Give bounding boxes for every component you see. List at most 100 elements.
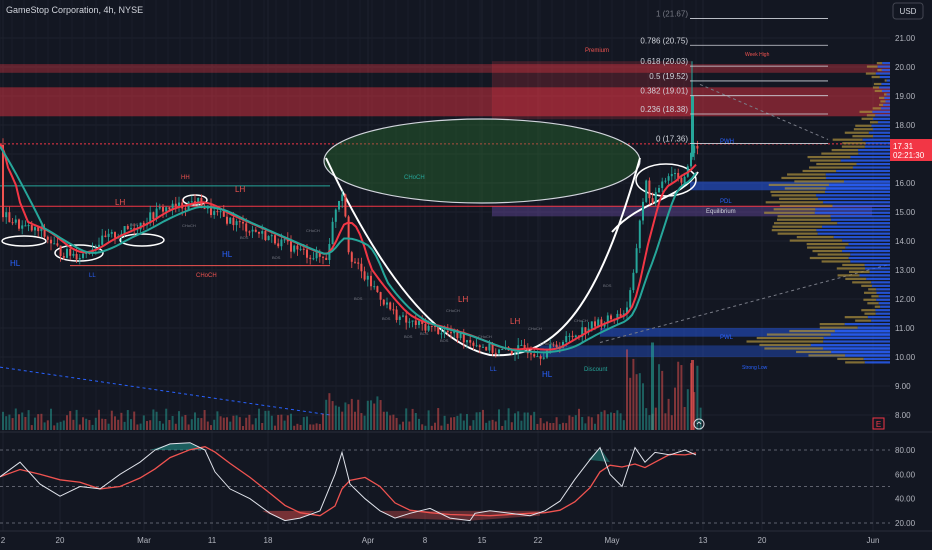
volume-bar (107, 423, 110, 430)
volume-bar (610, 412, 612, 430)
vp-bar-up (815, 208, 890, 211)
volume-bar (427, 410, 430, 430)
candle-body (312, 258, 315, 260)
candle-body (72, 253, 75, 256)
candle-body (360, 263, 363, 272)
volume-bar (181, 416, 184, 430)
candle-body (450, 332, 452, 334)
volume-bar (600, 411, 603, 430)
bos-label: BOS (272, 255, 281, 260)
vp-bar-up (876, 298, 890, 301)
volume-bar (203, 410, 206, 430)
volume-bar (408, 421, 411, 430)
volume-bar (414, 412, 417, 430)
vp-bar-down (844, 131, 869, 134)
candle-body (50, 239, 52, 244)
volume-bar (187, 424, 190, 430)
candle-body (654, 192, 657, 203)
candle-body (126, 226, 129, 229)
candle-body (299, 248, 302, 250)
volume-bar (389, 415, 392, 430)
volume-bar (453, 417, 456, 430)
volume-bar (242, 425, 244, 430)
vp-bar-down (863, 298, 877, 301)
volume-bar (562, 422, 564, 430)
vp-bar-up (845, 354, 890, 357)
vp-bar-down (837, 274, 860, 277)
volume-bar (178, 411, 180, 430)
vp-bar-down (872, 107, 881, 110)
candle-body (520, 344, 523, 346)
volume-bar (24, 416, 27, 430)
volume-bar (277, 414, 280, 430)
chart-canvas[interactable]: 1 (21.67) 0.786 (20.75) 0.618 (20.03) 0.5 (… (0, 0, 932, 550)
candle-body (21, 225, 24, 229)
vp-bar-up (865, 142, 890, 145)
volume-bar (478, 412, 481, 430)
candle-body (238, 221, 241, 223)
candle-body (466, 340, 468, 343)
candle-body (123, 226, 126, 234)
vp-bar-down (849, 270, 870, 274)
vp-bar-up (873, 135, 890, 138)
pwh-label: PWH (720, 139, 734, 145)
volume-bar (165, 408, 168, 430)
volume-bar (40, 413, 43, 430)
volume-bar (258, 408, 260, 430)
bos-label: BOS (240, 235, 249, 240)
osc-tick: 20.00 (895, 519, 916, 528)
candle-body (315, 252, 318, 259)
volume-bar (590, 417, 593, 430)
vp-bar-up (842, 249, 890, 253)
vp-bar-up (875, 114, 890, 117)
volume-bar (21, 412, 24, 430)
candle-body (539, 356, 542, 359)
vp-bar-down (861, 284, 872, 287)
candle-body (110, 232, 113, 234)
volume-bar (370, 400, 372, 430)
currency-button[interactable]: USD (892, 2, 924, 20)
volume-bar (101, 418, 104, 430)
volume-bar (286, 415, 289, 430)
candle-body (56, 243, 59, 246)
volume-bar (366, 400, 369, 430)
candle-body (642, 201, 644, 221)
volume-bar (696, 365, 699, 430)
volume-bar (245, 417, 248, 430)
candle-body (498, 349, 500, 354)
volume-bar (56, 422, 59, 430)
vp-bar-down (772, 225, 823, 228)
vp-bar-down (808, 354, 846, 357)
pdl-zone (492, 206, 872, 217)
candle-body (264, 231, 267, 241)
countdown-timer: 02:21:30 (893, 151, 925, 160)
vp-bar-up (866, 277, 890, 280)
vp-bar-up (878, 302, 890, 305)
vp-bar-down (819, 326, 858, 329)
candle-body (341, 194, 344, 201)
volume-bar (424, 425, 427, 430)
lh-label: LH (115, 198, 125, 207)
time-tick: Jun (867, 536, 880, 545)
vp-bar-up (886, 79, 890, 82)
volume-bar (2, 411, 4, 430)
candle-body (8, 212, 11, 223)
volume-bar (299, 424, 302, 430)
time-tick: 8 (423, 536, 428, 545)
vp-bar-down (779, 204, 833, 207)
volume-bar (78, 424, 81, 430)
volume-bar (578, 408, 580, 430)
vp-bar-down (746, 340, 824, 343)
volume-bar (50, 408, 52, 430)
candle-body (261, 231, 264, 234)
candle-body (338, 200, 340, 210)
candle-body (104, 235, 107, 237)
pwl-label: PWL (720, 335, 734, 341)
candle-body (325, 257, 328, 261)
vp-bar-up (858, 152, 890, 155)
volume-bar (382, 411, 385, 430)
candle-body (658, 187, 660, 193)
vp-bar-up (831, 218, 890, 221)
candle-body (226, 216, 228, 224)
vp-bar-up (871, 281, 890, 284)
